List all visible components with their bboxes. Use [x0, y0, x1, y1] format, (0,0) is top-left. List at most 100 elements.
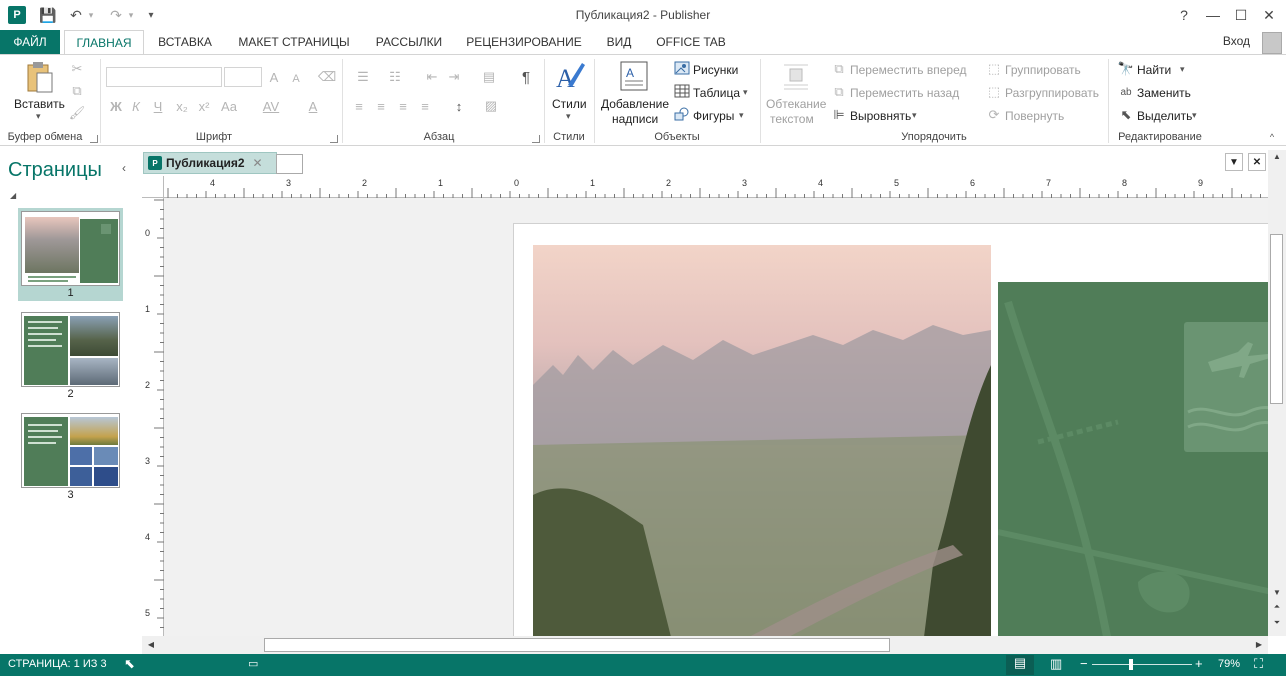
send-backward-icon[interactable]: ⧉ — [832, 84, 846, 99]
bring-forward-icon[interactable]: ⧉ — [832, 61, 846, 76]
redo-dropdown-icon[interactable]: ▾ — [126, 6, 136, 24]
close-tab-icon[interactable]: ✕ — [253, 156, 263, 170]
table-dropdown-icon[interactable]: ▾ — [743, 87, 748, 98]
two-page-view-icon[interactable]: ▥ — [1050, 656, 1062, 672]
columns-icon[interactable]: ▤ — [476, 68, 502, 86]
styles-icon[interactable]: A — [554, 59, 586, 95]
styles-button[interactable]: Стили — [552, 97, 587, 111]
replace-button[interactable]: Заменить — [1137, 86, 1191, 100]
ungroup-icon[interactable]: ⬚ — [986, 84, 1002, 99]
format-painter-icon[interactable]: 🖌 — [68, 105, 86, 121]
tab-insert[interactable]: ВСТАВКА — [150, 30, 220, 54]
italic-button[interactable]: К — [128, 97, 144, 115]
find-dropdown-icon[interactable]: ▾ — [1180, 64, 1185, 75]
find-icon[interactable]: 🔭 — [1118, 61, 1134, 76]
scroll-up-icon[interactable]: ▲ — [1270, 152, 1284, 161]
help-button[interactable]: ? — [1170, 4, 1198, 26]
save-icon[interactable]: 💾 — [38, 6, 58, 24]
increase-indent-icon[interactable]: ⇥ — [444, 68, 464, 86]
previous-page-icon[interactable]: ⏶ — [1270, 602, 1284, 612]
wrap-text-button[interactable]: Обтекание — [766, 97, 826, 111]
horizontal-scrollbar[interactable]: ◀ ▶ — [142, 636, 1268, 654]
page-thumbnail-1[interactable]: 1 — [18, 208, 123, 301]
table-icon[interactable] — [674, 84, 690, 98]
bullets-icon[interactable]: ☰ — [350, 68, 376, 86]
new-tab-button[interactable] — [276, 154, 303, 174]
tab-home[interactable]: ГЛАВНАЯ — [64, 30, 144, 55]
zoom-slider[interactable] — [1092, 664, 1192, 665]
underline-button[interactable]: Ч — [150, 97, 166, 115]
zoom-out-button[interactable]: − — [1080, 656, 1088, 671]
page-thumbnail-3[interactable]: 3 — [18, 410, 123, 504]
zoom-in-button[interactable]: + — [1195, 656, 1203, 671]
font-name-combo[interactable] — [106, 67, 222, 87]
align-right-icon[interactable]: ≡ — [394, 97, 412, 115]
table-button[interactable]: Таблица — [693, 86, 740, 100]
close-button[interactable]: ✕ — [1255, 4, 1283, 26]
numbering-icon[interactable]: ☷ — [382, 68, 408, 86]
font-color-button[interactable]: A — [300, 97, 326, 115]
page-indicator[interactable]: СТРАНИЦА: 1 ИЗ 3 — [8, 658, 107, 670]
select-icon[interactable]: ⬉ — [1118, 107, 1134, 122]
pilcrow-icon[interactable]: ¶ — [518, 68, 534, 86]
ungroup-button[interactable]: Разгруппировать — [1005, 86, 1099, 100]
line-spacing-icon[interactable]: ↕ — [446, 97, 472, 115]
tab-file[interactable]: ФАЙЛ — [0, 30, 60, 54]
scroll-left-icon[interactable]: ◀ — [144, 640, 158, 649]
vertical-ruler[interactable]: 0 1 2 3 4 5 — [142, 198, 164, 636]
align-dropdown-icon[interactable]: ▾ — [912, 110, 917, 121]
replace-icon[interactable]: ab — [1118, 85, 1134, 99]
tab-office-tab[interactable]: OFFICE TAB — [650, 30, 732, 54]
grow-font-icon[interactable]: A — [266, 68, 282, 86]
undo-icon[interactable]: ↶ — [68, 6, 84, 24]
shapes-dropdown-icon[interactable]: ▾ — [739, 110, 744, 121]
clear-formatting-icon[interactable]: ⌫ — [318, 68, 336, 86]
green-background-panel[interactable] — [998, 282, 1268, 636]
next-page-icon[interactable]: ⏷ — [1270, 618, 1284, 628]
pictures-button[interactable]: Рисунки — [693, 63, 738, 77]
clipboard-dialog-launcher[interactable] — [90, 135, 98, 143]
justify-icon[interactable]: ≡ — [416, 97, 434, 115]
cut-icon[interactable]: ✂ — [68, 61, 86, 77]
page-thumbnail-2[interactable]: 2 — [18, 309, 123, 403]
document-canvas[interactable] — [164, 198, 1268, 636]
tab-review[interactable]: РЕЦЕНЗИРОВАНИЕ — [462, 30, 586, 54]
add-text-box-button[interactable]: Добавление — [601, 97, 669, 111]
tab-list-dropdown-icon[interactable]: ▼ — [1225, 153, 1243, 171]
collapse-pane-icon[interactable]: ‹ — [122, 161, 126, 175]
shrink-font-icon[interactable]: A — [288, 70, 304, 88]
publication-page[interactable] — [513, 223, 1268, 636]
document-tab[interactable]: P Публикация2 ✕ — [143, 152, 277, 174]
zoom-level[interactable]: 79% — [1218, 658, 1240, 670]
styles-dropdown-icon[interactable]: ▾ — [566, 111, 571, 122]
font-size-combo[interactable] — [224, 67, 262, 87]
horizontal-scroll-thumb[interactable] — [264, 638, 890, 652]
change-case-button[interactable]: Aa — [216, 97, 242, 115]
shapes-button[interactable]: Фигуры — [693, 109, 734, 123]
decrease-indent-icon[interactable]: ⇤ — [422, 68, 442, 86]
collapse-ribbon-icon[interactable]: ^ — [1266, 131, 1278, 143]
maximize-button[interactable]: ☐ — [1227, 4, 1255, 26]
copy-icon[interactable]: ⧉ — [68, 83, 86, 99]
avatar[interactable] — [1262, 32, 1282, 54]
group-button[interactable]: Группировать — [1005, 63, 1081, 77]
sign-in-link[interactable]: Вход — [1223, 34, 1250, 48]
zoom-slider-thumb[interactable] — [1129, 659, 1133, 670]
subscript-button[interactable]: x₂ — [172, 97, 192, 115]
align-center-icon[interactable]: ≡ — [372, 97, 390, 115]
pictures-icon[interactable] — [674, 61, 690, 75]
horizontal-ruler[interactable]: 4 3 2 1 0 1 2 3 4 5 6 7 8 9 — [164, 176, 1268, 198]
minimize-button[interactable]: — — [1199, 4, 1227, 26]
vertical-scroll-thumb[interactable] — [1270, 234, 1283, 404]
publisher-app-icon[interactable]: P — [8, 6, 26, 24]
single-page-view-icon[interactable]: ▤ — [1006, 655, 1034, 675]
group-icon[interactable]: ⬚ — [986, 61, 1002, 76]
shapes-icon[interactable] — [674, 107, 690, 121]
select-button[interactable]: Выделить — [1137, 109, 1192, 123]
close-document-icon[interactable]: ✕ — [1248, 153, 1266, 171]
redo-icon[interactable]: ↷ — [108, 6, 124, 24]
paste-button[interactable]: Вставить — [14, 97, 65, 111]
text-box-icon[interactable]: A — [620, 61, 648, 91]
send-backward-button[interactable]: Переместить назад — [850, 86, 959, 100]
font-dialog-launcher[interactable] — [330, 135, 338, 143]
